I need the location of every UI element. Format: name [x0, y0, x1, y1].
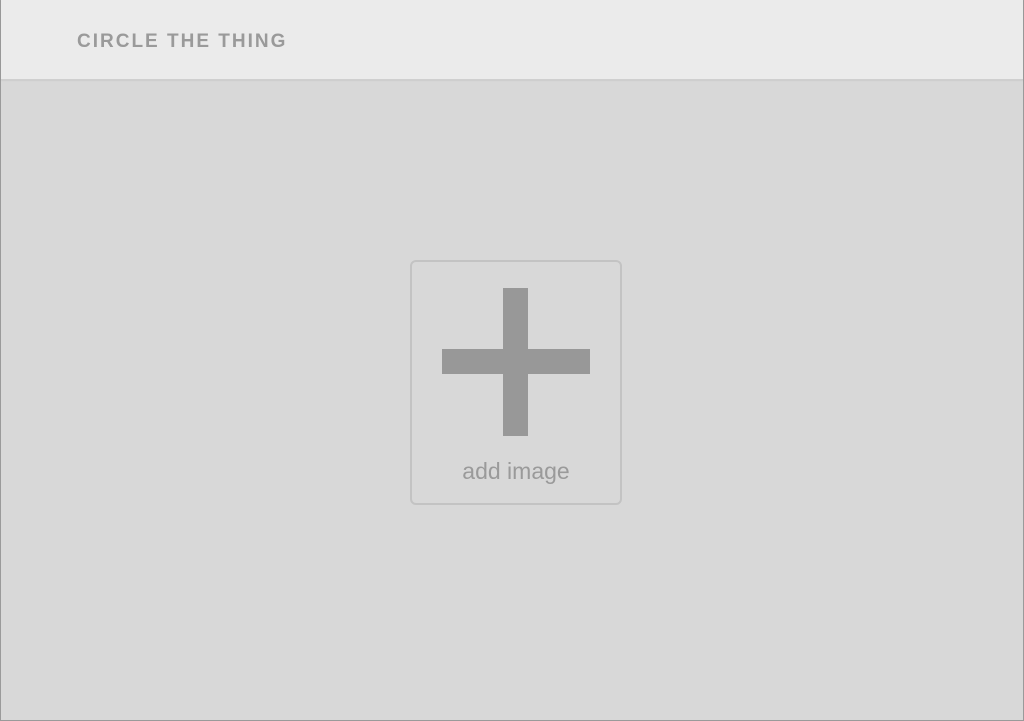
header-bar: CIRCLE THE THING: [1, 0, 1023, 80]
add-image-button[interactable]: add image: [410, 260, 622, 505]
plus-icon-horizontal-bar: [442, 349, 590, 374]
main-canvas: add image: [1, 80, 1023, 720]
app-window: CIRCLE THE THING add image: [0, 0, 1024, 721]
plus-icon: [442, 288, 590, 436]
add-image-label: add image: [462, 458, 570, 484]
app-title: CIRCLE THE THING: [77, 31, 288, 52]
